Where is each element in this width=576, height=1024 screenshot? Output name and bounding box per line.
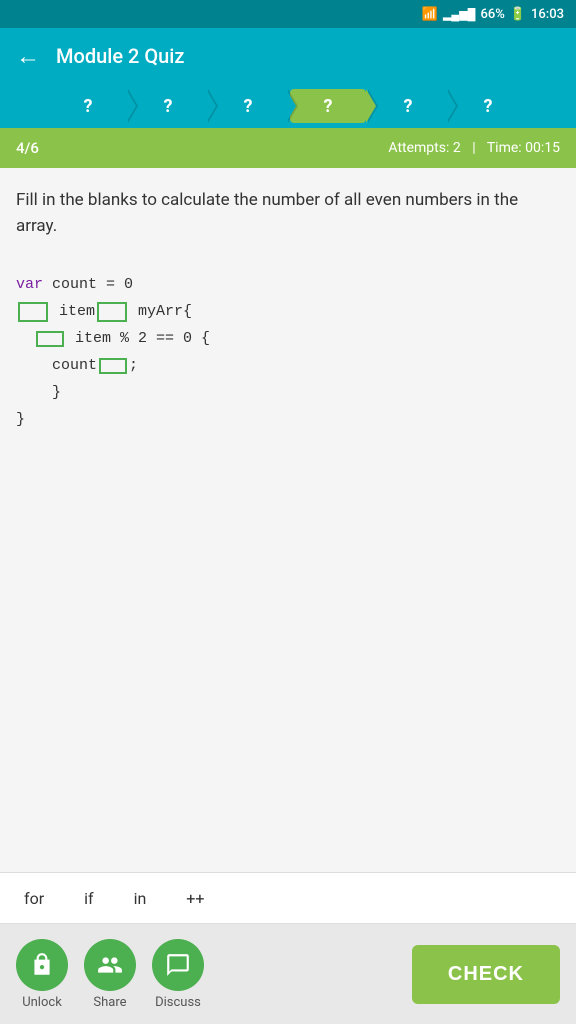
code-indent2: count <box>16 352 97 379</box>
progress-item-6[interactable]: ? <box>450 89 526 123</box>
token-if[interactable]: if <box>76 885 101 912</box>
token-increment[interactable]: ++ <box>178 885 212 912</box>
progress-label-1: ? <box>84 96 93 117</box>
code-line-1: var count = 0 <box>16 271 560 298</box>
code-count: count = 0 <box>43 271 133 298</box>
discuss-icon <box>152 939 204 991</box>
code-close1: } <box>16 379 61 406</box>
progress-item-4[interactable]: ? <box>290 89 366 123</box>
blank-3[interactable] <box>36 331 64 347</box>
token-bar: for if in ++ <box>0 872 576 924</box>
time-text: Time: 00:15 <box>487 140 560 156</box>
code-line-3: item % 2 == 0 { <box>16 325 560 352</box>
blank-1[interactable] <box>18 302 48 322</box>
code-cond: item % 2 == 0 { <box>66 325 210 352</box>
progress-item-1[interactable]: ? <box>50 89 126 123</box>
code-line-2: item myArr{ <box>16 298 560 325</box>
discuss-svg <box>165 952 191 978</box>
unlock-icon <box>16 939 68 991</box>
code-line-5: } <box>16 379 560 406</box>
code-indent1 <box>16 325 34 352</box>
info-bar: 4/6 Attempts: 2 | Time: 00:15 <box>0 128 576 168</box>
progress-label-3: ? <box>244 96 253 117</box>
progress-label-5: ? <box>404 96 413 117</box>
progress-label-2: ? <box>164 96 173 117</box>
progress-item-3[interactable]: ? <box>210 89 286 123</box>
back-button[interactable]: ← <box>16 42 40 71</box>
attempts-time: Attempts: 2 | Time: 00:15 <box>388 140 560 156</box>
code-block: var count = 0 item myArr{ item % 2 == 0 … <box>16 263 560 441</box>
share-button[interactable]: Share <box>84 939 136 1010</box>
discuss-button[interactable]: Discuss <box>152 939 204 1010</box>
token-in[interactable]: in <box>126 885 155 912</box>
battery-icon: 🔋 <box>510 7 526 22</box>
separator: | <box>472 140 475 156</box>
code-myarr: myArr{ <box>129 298 192 325</box>
keyword-var: var <box>16 271 43 298</box>
app-header: ← Module 2 Quiz <box>0 28 576 84</box>
code-semi: ; <box>129 352 138 379</box>
progress-bar: ? ? ? ? ? ? <box>0 84 576 128</box>
check-button[interactable]: CHECK <box>412 945 560 1004</box>
content-area: Fill in the blanks to calculate the numb… <box>0 168 576 872</box>
status-bar: 📶 ▂▄▆█ 66% 🔋 16:03 <box>0 0 576 28</box>
code-close2: } <box>16 406 25 433</box>
battery-text: 66% <box>480 7 504 22</box>
unlock-label: Unlock <box>22 995 62 1010</box>
question-counter: 4/6 <box>16 139 39 157</box>
share-icon <box>84 939 136 991</box>
time-display: 16:03 <box>531 7 564 22</box>
bottom-bar: Unlock Share Discuss CHECK <box>0 924 576 1024</box>
progress-label-6: ? <box>484 96 493 117</box>
attempts-text: Attempts: 2 <box>388 140 460 156</box>
progress-label-4: ? <box>324 96 333 117</box>
discuss-label: Discuss <box>155 995 201 1010</box>
lock-svg <box>29 952 55 978</box>
token-for[interactable]: for <box>16 885 52 912</box>
wifi-icon: 📶 <box>422 7 438 22</box>
unlock-button[interactable]: Unlock <box>16 939 68 1010</box>
signal-icon: ▂▄▆█ <box>443 8 476 21</box>
blank-2[interactable] <box>97 302 127 322</box>
bottom-actions: Unlock Share Discuss <box>16 939 204 1010</box>
page-title: Module 2 Quiz <box>56 44 184 68</box>
share-svg <box>97 952 123 978</box>
progress-item-5[interactable]: ? <box>370 89 446 123</box>
status-icons: 📶 ▂▄▆█ 66% 🔋 16:03 <box>422 7 564 22</box>
progress-item-2[interactable]: ? <box>130 89 206 123</box>
code-line-4: count ; <box>16 352 560 379</box>
code-line-6: } <box>16 406 560 433</box>
blank-4[interactable] <box>99 358 127 374</box>
share-label: Share <box>93 995 126 1010</box>
question-text: Fill in the blanks to calculate the numb… <box>16 188 560 239</box>
code-item: item <box>50 298 95 325</box>
